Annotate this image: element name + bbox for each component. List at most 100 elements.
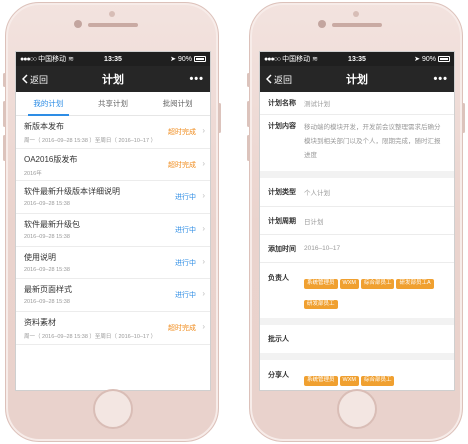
status-badge: 进行中 xyxy=(175,292,196,300)
status-badge: 进行中 xyxy=(175,194,196,202)
tab-shared-plans[interactable]: 共享计划 xyxy=(81,92,146,115)
back-button[interactable]: 返回 xyxy=(22,73,48,86)
list-item[interactable]: 新版本发布 周一（ 2016–09–28 15:38 ）至周日（ 2016–10… xyxy=(16,116,210,149)
back-label: 返回 xyxy=(30,74,49,85)
phone-frame-right: ●●●○○ 中国移动 ≋ 13:35 ➤ 90% 返回 计划 ••• 计划名称 … xyxy=(247,2,465,442)
volume-up-button xyxy=(3,101,6,127)
list-item[interactable]: OA2016版发布 2016年 超时完成 › xyxy=(16,149,210,182)
plan-detail: 计划名称 测试计划 计划内容 移动端的模块开发，开发前会议整理需求后确分模块到相… xyxy=(260,92,454,390)
list-item[interactable]: 资料素材 周一（ 2016–09–28 15:38 ）至周日（ 2016–10–… xyxy=(16,312,210,345)
section-divider xyxy=(260,318,454,325)
status-bar: ●●●○○ 中国移动 ≋ 13:35 ➤ 90% xyxy=(16,52,210,66)
tab-review-plans[interactable]: 批阅计划 xyxy=(145,92,210,115)
plan-tabs: 我的计划 共享计划 批阅计划 xyxy=(16,92,210,116)
owner-tag: 综合部员工 xyxy=(360,279,395,289)
proximity-sensor xyxy=(109,11,115,17)
front-camera xyxy=(318,20,326,28)
volume-up-button xyxy=(247,101,250,127)
list-item[interactable]: 软件最新升级版本详细说明 2016–09–28 15:38 进行中 › xyxy=(16,181,210,215)
plan-content-value: 移动端的模块开发，开发前会议整理需求后确分模块到相关部门以及个人，限期完成，随时… xyxy=(304,124,441,159)
chevron-right-icon: › xyxy=(202,191,205,201)
status-badge: 超时完成 xyxy=(168,129,196,136)
list-item[interactable]: 最新页面样式 2016–09–28 15:38 进行中 › xyxy=(16,279,210,313)
chevron-right-icon: › xyxy=(202,126,205,135)
tab-my-plans[interactable]: 我的计划 xyxy=(16,92,81,116)
owner-tags: 系统管理员 WXM 综合部员工 研发部员工A 研发部员工 xyxy=(304,271,446,312)
mute-switch xyxy=(247,73,250,87)
owner-tag: 研发部员工A xyxy=(396,279,434,289)
chevron-right-icon: › xyxy=(202,289,205,299)
screen-plan-list: ●●●○○ 中国移动 ≋ 13:35 ➤ 90% 返回 计划 ••• 我的计划 … xyxy=(15,51,211,391)
row-plan-cycle: 计划周期 日计划 xyxy=(260,206,454,234)
earpiece-speaker xyxy=(332,23,382,27)
chevron-right-icon: › xyxy=(202,158,205,168)
proximity-sensor xyxy=(353,11,359,17)
plan-date: 周一（ 2016–09–28 15:38 ）至周日（ 2016–10–17 ） xyxy=(24,334,157,341)
mute-switch xyxy=(3,73,6,87)
plan-date: 2016–09–28 15:38 xyxy=(24,234,70,241)
plan-cycle-value: 日计划 xyxy=(304,218,324,226)
row-plan-type: 计划类型 个人计划 xyxy=(260,178,454,206)
add-time-label: 添加时间 xyxy=(268,245,296,253)
list-item[interactable]: 使用说明 2016–09–28 15:38 进行中 › xyxy=(16,247,210,280)
plan-date: 2016–09–28 15:38 xyxy=(24,299,70,306)
owner-tag: WXM xyxy=(339,279,359,289)
status-time: 13:35 xyxy=(348,55,366,63)
power-button xyxy=(462,103,465,133)
row-plan-content: 计划内容 移动端的模块开发，开发前会议整理需求后确分模块到相关部门以及个人，限期… xyxy=(260,114,454,171)
plan-type-value: 个人计划 xyxy=(304,190,330,197)
chevron-left-icon xyxy=(266,74,272,84)
phone-frame-left: ●●●○○ 中国移动 ≋ 13:35 ➤ 90% 返回 计划 ••• 我的计划 … xyxy=(3,2,221,442)
power-button xyxy=(218,103,221,133)
row-plan-name: 计划名称 测试计划 xyxy=(260,92,454,114)
section-divider xyxy=(260,171,454,178)
status-badge: 进行中 xyxy=(175,227,196,235)
add-time-value: 2016–10–17 xyxy=(304,245,341,252)
chevron-right-icon: › xyxy=(202,224,205,234)
earpiece-speaker xyxy=(88,23,138,27)
row-reviewer: 批示人 xyxy=(260,325,454,353)
owner-label: 负责人 xyxy=(268,275,289,282)
row-sharer: 分享人 系统管理员 WXM 综合部员工 xyxy=(260,360,454,390)
row-owner: 负责人 系统管理员 WXM 综合部员工 研发部员工A 研发部员工 xyxy=(260,262,454,318)
plan-name-value: 测试计划 xyxy=(304,101,330,108)
plan-date: 周一（ 2016–09–28 15:38 ）至周日（ 2016–10–17 ） xyxy=(24,138,157,144)
front-camera xyxy=(74,20,82,28)
navigation-bar: 返回 计划 ••• xyxy=(16,66,210,92)
owner-tag: 系统管理员 xyxy=(304,279,338,289)
plan-cycle-label: 计划周期 xyxy=(268,217,296,225)
plan-name: 使用说明 xyxy=(24,252,56,262)
back-button[interactable]: 返回 xyxy=(266,73,292,86)
status-time: 13:35 xyxy=(104,55,122,63)
plan-name: 软件最新升级包 xyxy=(24,220,80,230)
plan-content-label: 计划内容 xyxy=(268,123,296,130)
sharer-tag: WXM xyxy=(339,376,359,386)
home-button[interactable] xyxy=(337,389,377,429)
status-bar: ●●●○○ 中国移动 ≋ 13:35 ➤ 90% xyxy=(260,52,454,66)
more-icon[interactable]: ••• xyxy=(433,73,448,85)
owner-tag: 研发部员工 xyxy=(304,299,338,309)
reviewer-label: 批示人 xyxy=(268,336,289,343)
home-button[interactable] xyxy=(93,389,133,429)
list-item[interactable]: 软件最新升级包 2016–09–28 15:38 进行中 › xyxy=(16,214,210,247)
back-label: 返回 xyxy=(274,74,293,85)
battery-icon xyxy=(194,56,206,62)
volume-down-button xyxy=(3,135,6,161)
chevron-left-icon xyxy=(22,74,28,84)
more-icon[interactable]: ••• xyxy=(189,73,204,85)
plan-date: 2016年 xyxy=(24,170,42,177)
plan-date: 2016–09–28 15:38 xyxy=(24,266,70,273)
sharer-tags: 系统管理员 WXM 综合部员工 xyxy=(304,368,396,389)
sharer-tag: 综合部员工 xyxy=(360,376,395,386)
volume-down-button xyxy=(247,135,250,161)
plan-type-label: 计划类型 xyxy=(268,189,296,196)
row-add-time: 添加时间 2016–10–17 xyxy=(260,234,454,262)
plan-name-label: 计划名称 xyxy=(268,100,296,107)
battery-icon xyxy=(438,56,450,62)
chevron-right-icon: › xyxy=(202,322,205,332)
section-divider xyxy=(260,353,454,360)
sharer-tag: 系统管理员 xyxy=(304,376,338,386)
plan-list: 新版本发布 周一（ 2016–09–28 15:38 ）至周日（ 2016–10… xyxy=(16,116,210,345)
status-badge: 超时完成 xyxy=(168,161,196,169)
status-badge: 超时完成 xyxy=(168,325,196,333)
